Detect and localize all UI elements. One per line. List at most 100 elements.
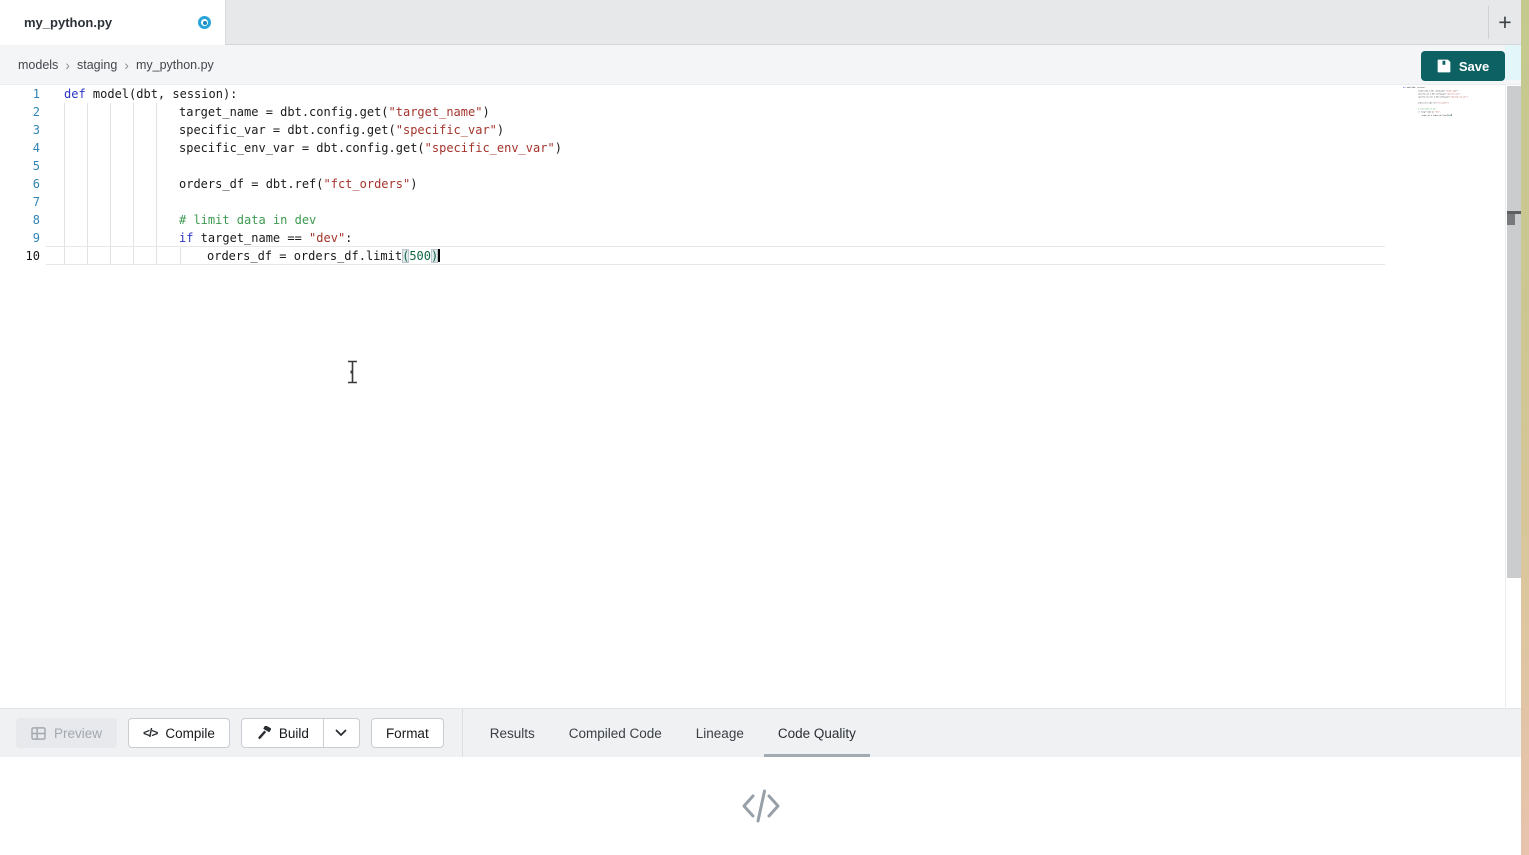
compile-button[interactable]: </> Compile bbox=[128, 718, 230, 748]
code-line[interactable]: 9 if target_name == "dev": bbox=[0, 229, 1505, 247]
tab-my-python[interactable]: my_python.py bbox=[0, 0, 226, 45]
minimap-content: def model(dbt, session):target_name = db… bbox=[1400, 86, 1472, 117]
code-line[interactable]: 2target_name = dbt.config.get("target_na… bbox=[0, 103, 1505, 121]
code-line[interactable]: 7 bbox=[0, 193, 1505, 211]
tab-lineage[interactable]: Lineage bbox=[696, 709, 744, 758]
breadcrumb-item-staging[interactable]: staging bbox=[77, 58, 117, 72]
code-token: "dev" bbox=[309, 231, 345, 245]
code-token: target_name = dbt.config.get( bbox=[179, 105, 389, 119]
code-token: if bbox=[179, 231, 193, 245]
code-text: specific_env_var = dbt.config.get("speci… bbox=[1403, 95, 1468, 98]
line-number: 9 bbox=[0, 229, 40, 247]
code-text: orders_df = dbt.ref("fct_orders") bbox=[64, 175, 417, 193]
table-grid-icon bbox=[31, 727, 46, 740]
line-number: 4 bbox=[0, 139, 40, 157]
tab-code-quality-label: Code Quality bbox=[778, 726, 856, 741]
code-slash-icon bbox=[739, 787, 783, 825]
code-token: 500 bbox=[409, 249, 431, 263]
tab-compiled-code-label: Compiled Code bbox=[569, 726, 662, 741]
code-line[interactable]: 3 specific_var = dbt.config.get("specific… bbox=[0, 121, 1505, 139]
tab-code-quality[interactable]: Code Quality bbox=[778, 709, 856, 758]
code-token: ) bbox=[1448, 102, 1449, 104]
breadcrumb-item-models[interactable]: models bbox=[18, 58, 58, 72]
line-number: 1 bbox=[0, 85, 40, 103]
code-token: orders_df = orders_df.limit bbox=[1422, 114, 1447, 116]
code-line[interactable]: 6 orders_df = dbt.ref("fct_orders") bbox=[0, 175, 1505, 193]
code-text: orders_df = dbt.ref("fct_orders") bbox=[1403, 101, 1449, 104]
code-line[interactable]: 5 bbox=[0, 157, 1505, 175]
code-text: specific_env_var = dbt.config.get("speci… bbox=[64, 139, 562, 157]
tab-results-label: Results bbox=[490, 726, 535, 741]
code-text: specific_var = dbt.config.get("specific_… bbox=[64, 121, 504, 139]
breadcrumb-item-file[interactable]: my_python.py bbox=[136, 58, 214, 72]
floppy-disk-icon bbox=[1437, 59, 1451, 73]
line-number: 5 bbox=[0, 157, 40, 175]
code-token: "fct_orders" bbox=[324, 177, 411, 191]
breadcrumb: models › staging › my_python.py bbox=[0, 45, 1521, 85]
code-token: specific_env_var = dbt.config.get( bbox=[1418, 96, 1450, 98]
code-token: orders_df = dbt.ref( bbox=[179, 177, 324, 191]
code-editor[interactable]: 1def model(dbt, session):2target_name = … bbox=[0, 85, 1506, 707]
preview-button-label: Preview bbox=[54, 726, 102, 741]
chevron-down-icon bbox=[335, 729, 347, 737]
code-token: model(dbt, session): bbox=[86, 87, 238, 101]
code-line: specific_env_var = dbt.config.get("speci… bbox=[1400, 95, 1472, 98]
results-empty-panel bbox=[0, 757, 1521, 855]
code-token: target_name == bbox=[193, 231, 309, 245]
code-token: "specific_env_var" bbox=[1450, 96, 1467, 98]
tab-results[interactable]: Results bbox=[490, 709, 535, 758]
save-button[interactable]: Save bbox=[1421, 51, 1505, 81]
code-lines: 1def model(dbt, session):2target_name = … bbox=[0, 85, 1505, 265]
toolbar-divider bbox=[462, 709, 463, 758]
code-token: def bbox=[64, 87, 86, 101]
line-number: 8 bbox=[0, 211, 40, 229]
preview-button[interactable]: Preview bbox=[16, 718, 117, 748]
code-tag-icon: </> bbox=[143, 726, 157, 740]
minimap[interactable]: def model(dbt, session):target_name = db… bbox=[1400, 86, 1472, 122]
code-text: orders_df = orders_df.limit(500) bbox=[64, 247, 440, 265]
format-button[interactable]: Format bbox=[371, 718, 444, 748]
save-button-label: Save bbox=[1459, 59, 1489, 74]
text-caret bbox=[438, 249, 440, 262]
code-token: orders_df = dbt.ref( bbox=[1418, 102, 1437, 104]
code-line[interactable]: 10orders_df = orders_df.limit(500) bbox=[0, 247, 1505, 265]
code-token: "fct_orders" bbox=[1437, 102, 1448, 104]
code-token: specific_env_var = dbt.config.get( bbox=[179, 141, 425, 155]
build-options-button[interactable] bbox=[323, 719, 359, 747]
code-token: orders_df = orders_df.limit bbox=[207, 249, 402, 263]
tab-compiled-code[interactable]: Compiled Code bbox=[569, 709, 662, 758]
line-number: 6 bbox=[0, 175, 40, 193]
plus-icon: + bbox=[1498, 9, 1511, 36]
code-line[interactable]: 1 def model(dbt, session): bbox=[0, 85, 1505, 103]
code-text: if target_name == "dev": bbox=[64, 229, 352, 247]
build-button-group: Build bbox=[241, 718, 360, 748]
scrollbar-thumb[interactable] bbox=[1507, 214, 1515, 225]
code-token: "target_name" bbox=[389, 105, 483, 119]
code-token: ) bbox=[555, 141, 562, 155]
tab-title: my_python.py bbox=[24, 15, 112, 30]
code-token: "specific_var" bbox=[396, 123, 497, 137]
code-token: ) bbox=[431, 249, 438, 263]
code-line[interactable]: 8 # limit data in dev bbox=[0, 211, 1505, 229]
build-button[interactable]: Build bbox=[242, 719, 323, 747]
code-text: target_name = dbt.config.get("target_nam… bbox=[64, 103, 490, 121]
code-token: ) bbox=[410, 177, 417, 191]
window-edge-strip bbox=[1521, 0, 1529, 855]
code-token: specific_var = dbt.config.get( bbox=[179, 123, 396, 137]
panel-tabs: Results Compiled Code Lineage Code Quali… bbox=[490, 709, 856, 758]
code-token: : bbox=[345, 231, 352, 245]
new-tab-button[interactable]: + bbox=[1488, 6, 1521, 39]
code-token: # limit data in dev bbox=[179, 213, 316, 227]
chevron-right-icon: › bbox=[124, 57, 129, 73]
code-token: "specific_env_var" bbox=[425, 141, 555, 155]
code-token: ) bbox=[1467, 96, 1468, 98]
code-text: def model(dbt, session): bbox=[64, 85, 237, 103]
tab-bar: my_python.py + bbox=[0, 0, 1521, 45]
unsaved-indicator-icon bbox=[198, 16, 211, 29]
code-line[interactable]: 4 specific_env_var = dbt.config.get("spec… bbox=[0, 139, 1505, 157]
chevron-right-icon: › bbox=[65, 57, 70, 73]
action-toolbar: Preview </> Compile Build Format Results bbox=[0, 708, 1521, 757]
line-number: 3 bbox=[0, 121, 40, 139]
format-button-label: Format bbox=[386, 726, 429, 741]
vertical-scrollbar[interactable] bbox=[1507, 86, 1521, 578]
